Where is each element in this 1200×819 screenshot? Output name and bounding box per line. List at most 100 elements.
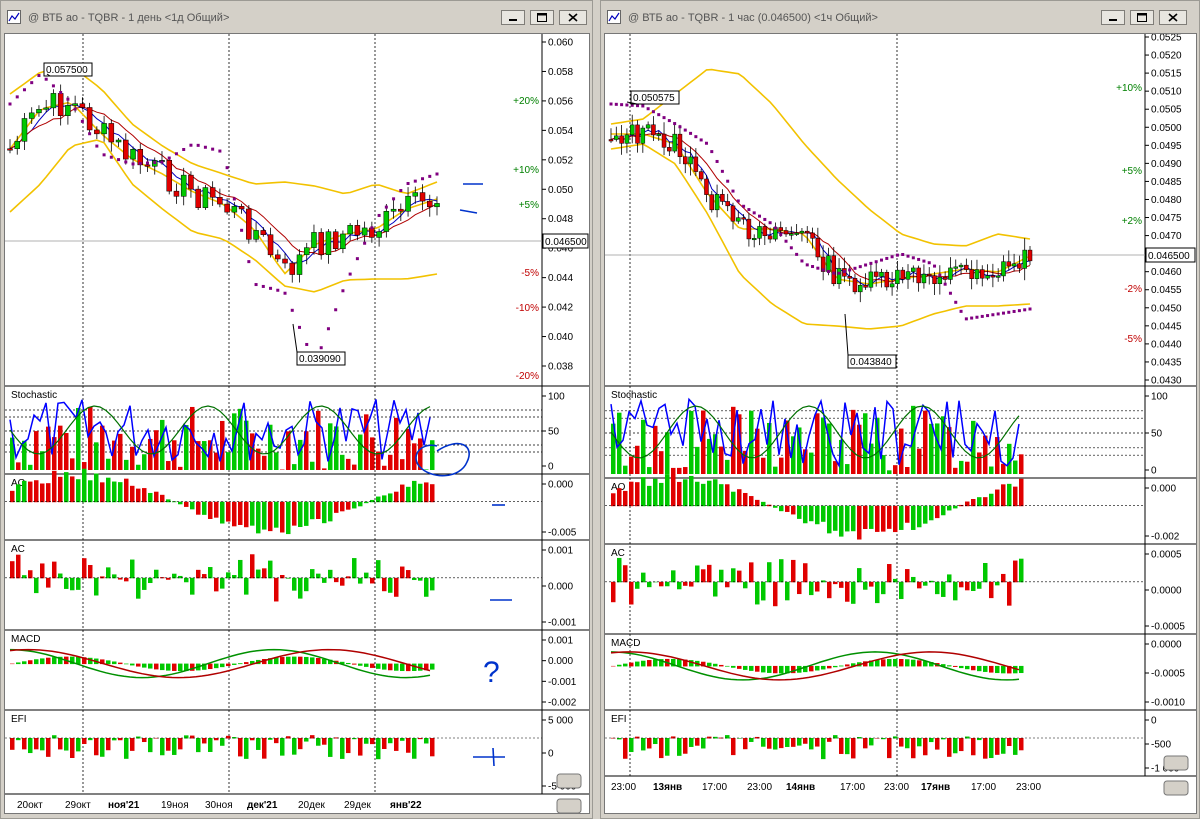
chart-window-daily: @ ВТБ ао - TQBR - 1 день <1д Общий> 0.06… <box>0 0 593 819</box>
indicator-tick-label: 0.000 <box>1151 484 1176 495</box>
parabolic-sar-dot <box>1028 307 1032 311</box>
ao-bar <box>136 488 141 503</box>
parabolic-sar-dot <box>80 119 84 123</box>
price-tick-label: 0.060 <box>548 38 573 49</box>
stochastic-bar <box>821 417 826 474</box>
efi-bar <box>262 738 267 759</box>
ac-bar <box>953 581 958 601</box>
parabolic-sar-dot <box>986 314 990 318</box>
efi-bar <box>328 738 333 757</box>
ao-bar <box>376 496 381 503</box>
price-tick-label: 0.0435 <box>1151 357 1182 368</box>
macd-bar <box>394 663 399 671</box>
close-button[interactable] <box>1159 10 1187 25</box>
macd-bar <box>52 657 57 665</box>
ao-bar <box>821 505 826 522</box>
title-bar[interactable]: @ ВТБ ао - TQBR - 1 день <1д Общий> <box>1 1 592 33</box>
ac-bar <box>905 569 910 583</box>
efi-bar <box>88 738 93 741</box>
parabolic-sar-dot <box>399 189 403 193</box>
candle-body <box>28 112 35 119</box>
stochastic-bar <box>202 441 207 470</box>
ac-bar <box>34 577 39 594</box>
parabolic-sar-dot <box>747 208 751 212</box>
parabolic-sar-dot <box>853 266 857 270</box>
efi-bar <box>250 738 255 741</box>
parabolic-sar-dot <box>240 228 244 232</box>
stochastic-bar <box>28 464 33 470</box>
candle-body <box>948 267 953 280</box>
ac-bar <box>154 569 159 579</box>
candle-body <box>246 208 252 240</box>
candle-body <box>195 188 201 208</box>
candle-body <box>361 227 368 236</box>
parabolic-sar-dot <box>341 289 345 293</box>
ac-bar <box>977 581 982 589</box>
stochastic-bar <box>683 467 688 474</box>
ac-bar <box>10 561 15 579</box>
parabolic-sar-dot <box>625 103 629 107</box>
macd-bar <box>40 658 45 665</box>
title-bar[interactable]: @ ВТБ ао - TQBR - 1 час (0.046500) <1ч О… <box>601 1 1199 33</box>
chart-canvas[interactable]: 0.0525 0.0520 0.0515 0.0510 0.0505 0.0500 0.04… <box>604 33 1197 814</box>
ac-bar <box>130 559 135 579</box>
ao-bar <box>292 501 297 526</box>
minimize-button[interactable] <box>501 10 525 25</box>
parabolic-sar-dot <box>906 254 910 258</box>
chart-canvas[interactable]: 0.060 0.058 0.056 0.054 0.052 0.050 0.048 0.046… <box>4 33 590 814</box>
ao-bar <box>857 505 862 540</box>
efi-bar <box>809 738 814 750</box>
maximize-button[interactable] <box>1130 10 1154 25</box>
time-axis-label: ноя'21 <box>108 800 140 811</box>
candle-body <box>1022 249 1027 269</box>
macd-bar <box>743 665 748 670</box>
parabolic-sar-dot <box>117 158 121 162</box>
ac-bar <box>412 577 417 581</box>
minimize-button[interactable] <box>1101 10 1125 25</box>
indicator-tick-label: 0 <box>1151 716 1157 727</box>
candle-body <box>804 230 810 234</box>
price-tick-label: 0.048 <box>548 214 573 225</box>
parabolic-sar-dot <box>174 152 178 156</box>
macd-bar <box>731 665 736 668</box>
ac-bar <box>424 577 429 597</box>
ac-bar <box>833 581 838 585</box>
ao-bar <box>316 501 321 520</box>
ao-bar <box>388 493 393 503</box>
ao-bar <box>989 493 994 507</box>
price-tick-label: 0.0460 <box>1151 267 1182 278</box>
candle-body <box>188 174 194 190</box>
close-button[interactable] <box>559 10 587 25</box>
maximize-button[interactable] <box>530 10 554 25</box>
chart-window-icon <box>607 10 621 24</box>
parabolic-sar-dot <box>269 286 273 290</box>
stochastic-bar <box>88 406 93 470</box>
candle-body <box>398 208 404 212</box>
ac-bar <box>184 577 189 583</box>
parabolic-sar-dot <box>922 259 926 263</box>
efi-bar <box>1001 738 1006 754</box>
parabolic-sar-dot <box>297 325 301 329</box>
ac-bar <box>995 581 1000 586</box>
macd-bar <box>833 665 838 668</box>
efi-bar <box>46 738 51 757</box>
candle-body <box>980 269 985 279</box>
efi-bar <box>743 738 748 750</box>
parabolic-sar-dot <box>800 259 804 263</box>
candle-body <box>635 124 640 144</box>
time-axis-label: 17:00 <box>702 782 727 793</box>
ao-bar <box>941 505 946 516</box>
ao-bar <box>160 494 165 503</box>
candle-body <box>953 266 958 269</box>
ao-bar <box>701 483 706 507</box>
ac-bar <box>755 581 760 605</box>
ao-bar <box>82 468 87 503</box>
ao-bar <box>785 505 790 512</box>
ao-bar <box>755 499 760 507</box>
candle-body <box>815 238 821 258</box>
candle-body <box>57 93 64 116</box>
ao-bar <box>689 475 694 507</box>
stochastic-bar <box>725 459 730 474</box>
parabolic-sar-dot <box>715 159 719 163</box>
ac-bar <box>358 577 363 584</box>
